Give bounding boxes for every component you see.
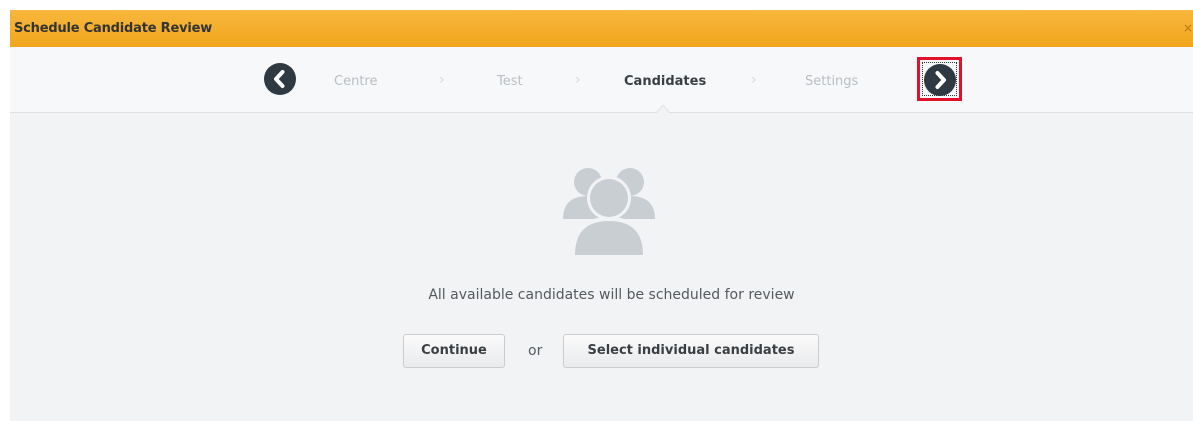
step-separator: › bbox=[575, 72, 581, 88]
schedule-candidate-review-dialog: Schedule Candidate Review × Centre › Tes… bbox=[10, 10, 1193, 421]
chevron-right-icon bbox=[935, 71, 946, 89]
step-centre[interactable]: Centre bbox=[334, 74, 377, 89]
previous-step-button[interactable] bbox=[264, 63, 296, 95]
chevron-left-icon bbox=[274, 70, 285, 88]
next-step-button[interactable] bbox=[924, 64, 956, 96]
close-icon[interactable]: × bbox=[1181, 20, 1193, 36]
active-step-pointer bbox=[656, 105, 670, 113]
dialog-title: Schedule Candidate Review bbox=[14, 21, 213, 36]
step-settings[interactable]: Settings bbox=[805, 74, 858, 89]
dialog-titlebar: Schedule Candidate Review × bbox=[10, 10, 1193, 47]
or-text: or bbox=[528, 343, 543, 359]
schedule-message: All available candidates will be schedul… bbox=[428, 287, 795, 303]
step-candidates[interactable]: Candidates bbox=[624, 74, 706, 89]
select-individual-candidates-button[interactable]: Select individual candidates bbox=[563, 334, 819, 368]
step-test[interactable]: Test bbox=[497, 74, 523, 89]
step-separator: › bbox=[751, 72, 757, 88]
candidates-panel: All available candidates will be schedul… bbox=[10, 113, 1193, 421]
continue-button[interactable]: Continue bbox=[403, 334, 505, 368]
wizard-navigation: Centre › Test › Candidates › Settings bbox=[10, 47, 1193, 113]
users-group-icon bbox=[563, 168, 655, 255]
step-separator: › bbox=[439, 72, 445, 88]
